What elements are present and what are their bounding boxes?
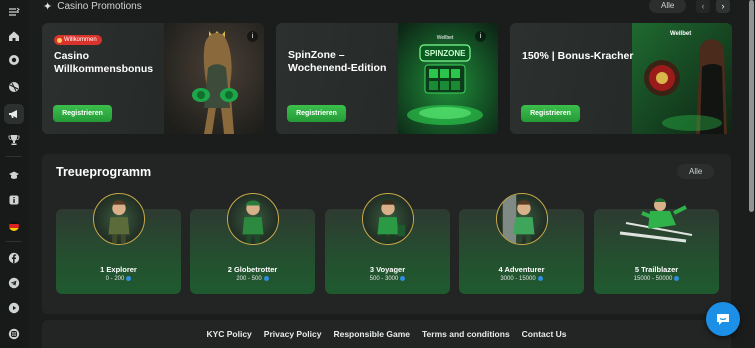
- wellbet-logo-text: Wellbet: [670, 31, 691, 37]
- trophy-icon[interactable]: [4, 130, 24, 150]
- vip-cap-icon[interactable]: [4, 165, 24, 185]
- tier-name: 3 Voyager: [369, 265, 406, 274]
- promo-card-welcome-bonus[interactable]: Willkommen Casino Willkommensbonus Regis…: [42, 23, 264, 134]
- flag-de-icon[interactable]: [4, 216, 24, 236]
- badge-icon: [57, 37, 62, 43]
- sidebar-divider: [6, 156, 22, 157]
- coin-icon: [263, 276, 269, 281]
- home-icon[interactable]: [4, 26, 24, 46]
- globetrotter-avatar-icon: [226, 193, 279, 245]
- casino-chip-icon[interactable]: [4, 50, 24, 70]
- tier-range-value: 15000 - 50000: [633, 276, 673, 283]
- telegram-icon[interactable]: [4, 273, 24, 293]
- tier-name: 1 Explorer: [100, 265, 137, 274]
- tier-range-value: 0 - 200: [105, 276, 125, 283]
- promo-title: SpinZone – Wochenend-Edition: [288, 49, 387, 74]
- promo-title: 150% | Bonus-Kracher: [522, 50, 634, 62]
- tier-range: 0 - 200: [56, 276, 181, 282]
- welcome-badge: Willkommen: [54, 35, 102, 45]
- tier-card-globetrotter[interactable]: 2 Globetrotter 200 - 500: [190, 193, 315, 294]
- promo-title: Casino Willkommensbonus: [54, 50, 154, 75]
- chevron-right-icon: ›: [721, 1, 725, 11]
- main-content: ✦ Casino Promotions Alle ‹ › Willkommen …: [29, 0, 755, 348]
- tier-name: 4 Adventurer: [498, 265, 545, 274]
- chevron-left-icon: ‹: [701, 1, 705, 11]
- register-button[interactable]: Registrieren: [521, 105, 580, 122]
- info-icon[interactable]: [4, 190, 24, 210]
- loyalty-program-section: Treueprogramm Alle 1 Explorer 0 - 200 2 …: [42, 154, 731, 314]
- wellbet-logo-text: Wellbet: [437, 35, 454, 41]
- spinzone-sign-text: SPINZONE: [425, 49, 467, 58]
- sidebar: [0, 0, 29, 348]
- promo-card-spinzone[interactable]: SPINZONE Wellbet SpinZone – Wochenend-Ed…: [276, 23, 498, 134]
- facebook-icon[interactable]: [4, 248, 24, 268]
- tier-card-trailblazer[interactable]: 5 Trailblazer 15000 - 50000: [594, 198, 719, 294]
- register-button[interactable]: Registrieren: [287, 105, 346, 122]
- carousel-prev-button[interactable]: ‹: [696, 0, 710, 13]
- footer-link-responsible-game[interactable]: Responsible Game: [333, 329, 410, 339]
- tier-card-explorer[interactable]: 1 Explorer 0 - 200: [56, 193, 181, 294]
- footer-link-privacy-policy[interactable]: Privacy Policy: [264, 329, 322, 339]
- coin-icon: [400, 276, 406, 281]
- chat-bubble-icon: [717, 314, 729, 325]
- register-button[interactable]: Registrieren: [53, 105, 112, 122]
- tier-card-voyager[interactable]: 3 Voyager 500 - 3000: [325, 193, 450, 294]
- coin-icon: [126, 276, 132, 281]
- instagram-icon[interactable]: [4, 324, 24, 344]
- loyalty-alle-button[interactable]: Alle: [677, 164, 715, 179]
- footer-link-terms[interactable]: Terms and conditions: [422, 329, 510, 339]
- promotions-alle-button[interactable]: Alle: [649, 0, 687, 13]
- loyalty-title: Treueprogramm: [56, 165, 152, 179]
- voyager-avatar-icon: [361, 193, 414, 245]
- tier-card-adventurer[interactable]: 4 Adventurer 3000 - 15000: [459, 193, 584, 294]
- sparkle-icon: ✦: [43, 0, 53, 13]
- menu-collapse-icon[interactable]: [4, 2, 24, 22]
- footer-link-kyc-policy[interactable]: KYC Policy: [206, 329, 251, 339]
- tier-range-value: 500 - 3000: [369, 276, 399, 283]
- coin-icon: [674, 276, 680, 281]
- promo-card-bonus-kracher[interactable]: Wellbet 150% | Bonus-Kracher Registriere…: [510, 23, 732, 134]
- footer-link-contact[interactable]: Contact Us: [522, 329, 567, 339]
- tier-range-value: 3000 - 15000: [500, 276, 536, 283]
- adventurer-avatar-icon: [495, 193, 548, 245]
- youtube-icon[interactable]: [4, 298, 24, 318]
- promotions-title: Casino Promotions: [57, 0, 142, 12]
- tier-range: 500 - 3000: [325, 276, 450, 282]
- sidebar-divider: [6, 241, 22, 242]
- info-icon[interactable]: i: [247, 31, 258, 42]
- tier-range: 200 - 500: [190, 276, 315, 282]
- promo-woman-roulette-image: Wellbet: [632, 23, 732, 134]
- info-icon[interactable]: i: [475, 31, 486, 42]
- carousel-next-button[interactable]: ›: [716, 0, 730, 13]
- tier-name: 2 Globetrotter: [227, 265, 278, 274]
- trailblazer-avatar-icon: [619, 198, 693, 243]
- live-chat-button[interactable]: [706, 302, 740, 336]
- tier-range: 15000 - 50000: [594, 276, 719, 282]
- footer-links: KYC Policy Privacy Policy Responsible Ga…: [42, 320, 731, 348]
- promotions-heading: ✦ Casino Promotions: [43, 0, 142, 13]
- tier-range: 3000 - 15000: [459, 276, 584, 282]
- welcome-badge-label: Willkommen: [64, 37, 97, 43]
- page-scrollbar[interactable]: [749, 0, 754, 212]
- promotions-megaphone-icon[interactable]: [4, 104, 24, 124]
- sports-ball-icon[interactable]: [4, 77, 24, 97]
- tier-name: 5 Trailblazer: [634, 265, 679, 274]
- coin-icon: [537, 276, 543, 281]
- tier-range-value: 200 - 500: [236, 276, 262, 283]
- explorer-avatar-icon: [92, 193, 145, 245]
